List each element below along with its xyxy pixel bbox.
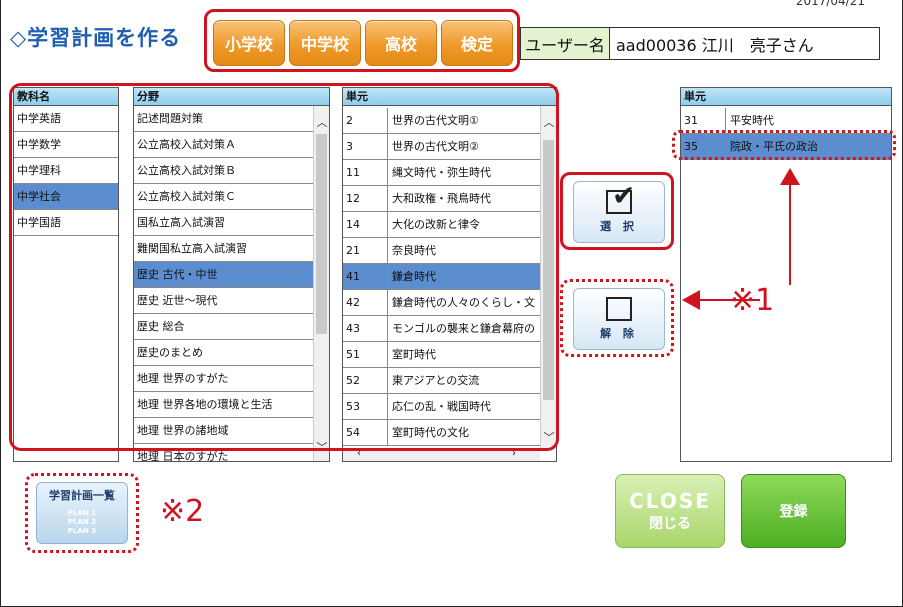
- plan-line-1: PLAN 1: [67, 509, 97, 517]
- plan-list-label: 学習計画一覧: [49, 489, 115, 502]
- plan-line-3: PLAN 3: [67, 527, 97, 535]
- plan-list-icon: PLAN 1 PLAN 2 PLAN 3: [37, 509, 127, 536]
- close-button-label-en: CLOSE: [629, 489, 711, 513]
- register-button[interactable]: 登録: [741, 474, 846, 548]
- annotation-mark-1: ※1: [730, 283, 775, 318]
- annotation-mark-2: ※2: [160, 494, 205, 529]
- close-button-label-ja: 閉じる: [649, 516, 691, 532]
- close-button[interactable]: CLOSE 閉じる: [615, 474, 725, 548]
- plan-list-frame: 学習計画一覧 PLAN 1 PLAN 2 PLAN 3: [25, 473, 139, 553]
- plan-list-button[interactable]: 学習計画一覧 PLAN 1 PLAN 2 PLAN 3: [36, 482, 128, 544]
- plan-line-2: PLAN 2: [67, 518, 97, 526]
